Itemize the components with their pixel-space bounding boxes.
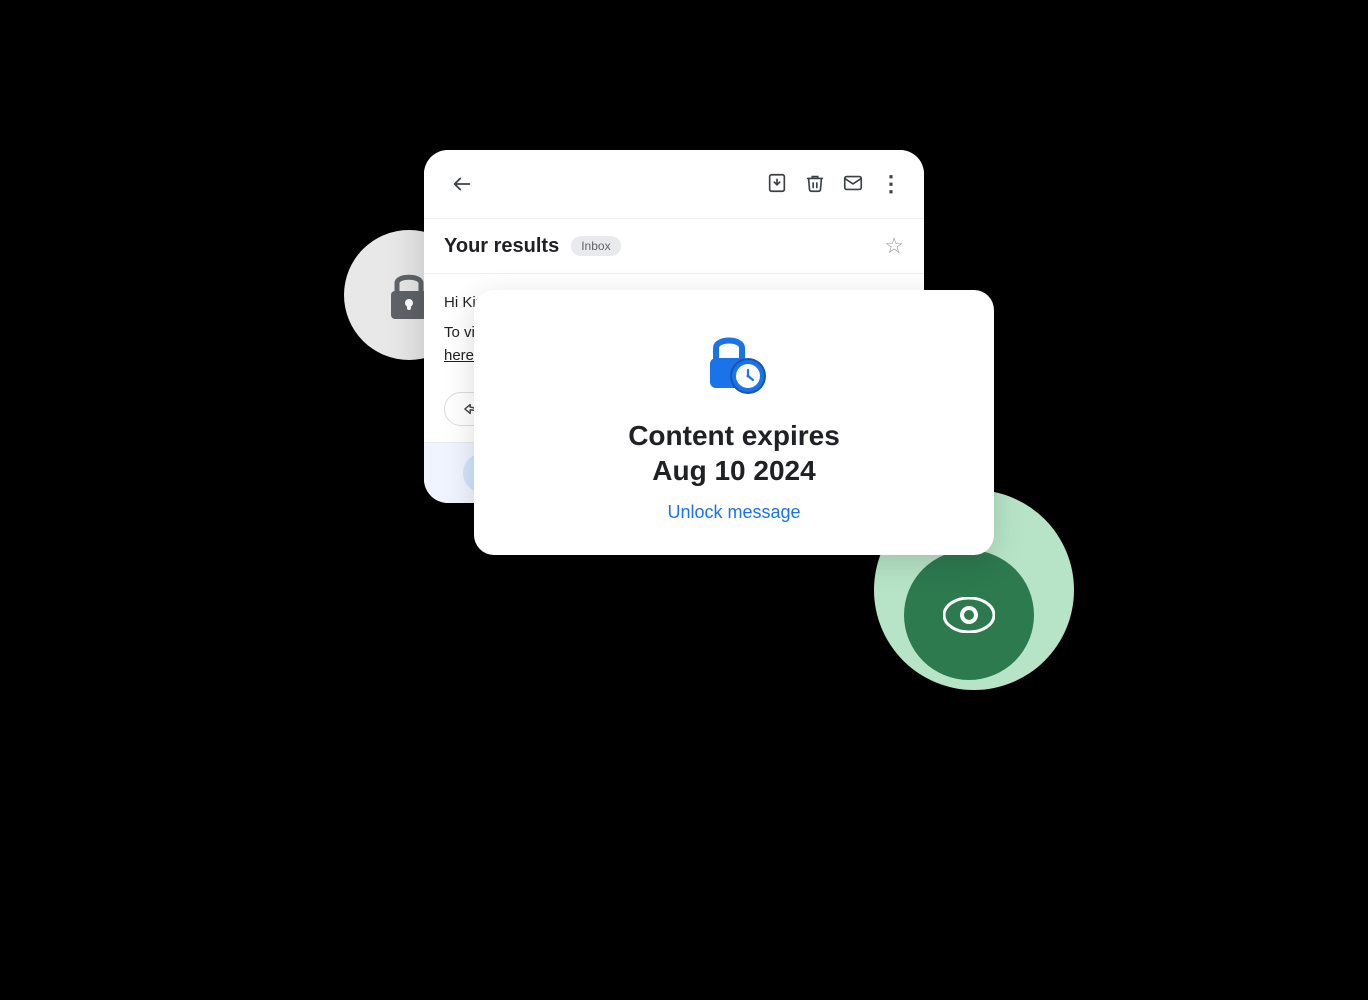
star-button[interactable]: ☆ (884, 233, 904, 259)
back-arrow-icon (451, 173, 473, 195)
more-button[interactable]: ⋮ (880, 171, 904, 197)
email-toolbar: ⋮ (424, 150, 924, 219)
mail-button[interactable] (842, 172, 864, 197)
expiry-overlay-card: Content expires Aug 10 2024 Unlock messa… (474, 290, 994, 555)
expiry-title: Content expires Aug 10 2024 (628, 418, 840, 488)
back-button[interactable] (444, 166, 480, 202)
trash-button[interactable] (804, 172, 826, 197)
inbox-badge: Inbox (571, 236, 620, 256)
toolbar-actions: ⋮ (766, 171, 904, 197)
email-subject: Your results (444, 235, 559, 258)
download-icon (766, 172, 788, 194)
email-title-row: Your results Inbox ☆ (424, 219, 924, 274)
expiry-icon (698, 326, 770, 398)
eye-circle-decoration (904, 550, 1034, 680)
eye-icon (943, 597, 995, 633)
mail-icon (842, 172, 864, 194)
trash-icon (804, 172, 826, 194)
unlock-message-link[interactable]: Unlock message (667, 502, 800, 523)
download-button[interactable] (766, 172, 788, 197)
